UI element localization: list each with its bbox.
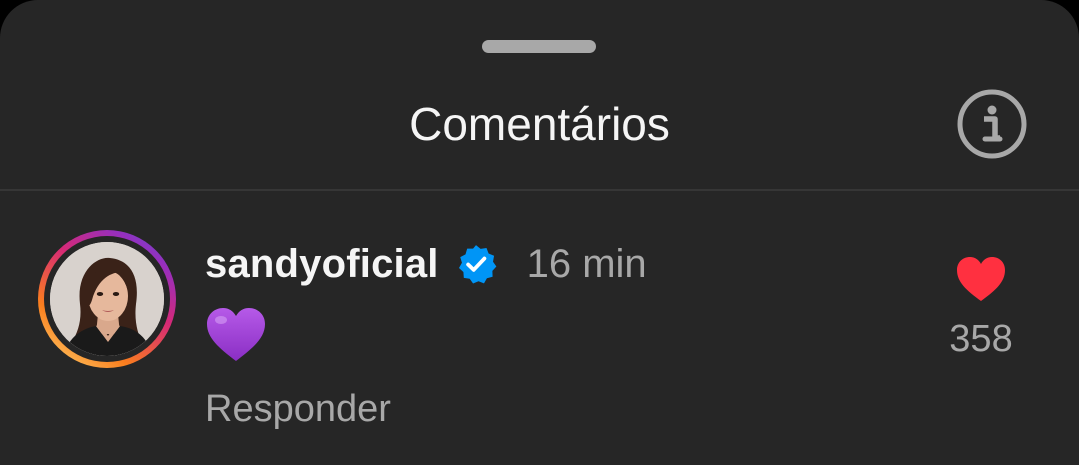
like-button[interactable]: [955, 255, 1007, 303]
comments-sheet: Comentários sandyoficial 16 min Responde…: [0, 0, 1079, 465]
reply-button[interactable]: Responder: [205, 388, 391, 431]
comment-username[interactable]: sandyoficial: [205, 242, 439, 287]
comment-timestamp: 16 min: [526, 241, 647, 286]
info-button[interactable]: [956, 88, 1028, 160]
verified-badge-icon: [458, 245, 496, 284]
header-divider: [0, 189, 1079, 191]
heart-filled-icon: [957, 257, 1005, 301]
story-ring: [38, 230, 176, 368]
avatar[interactable]: [38, 230, 176, 368]
comment-body: [205, 306, 267, 364]
comment-header: sandyoficial 16 min: [205, 236, 647, 292]
sheet-title: Comentários: [409, 98, 670, 150]
profile-photo: [50, 242, 164, 356]
drag-handle[interactable]: [482, 40, 596, 53]
purple-heart-emoji: [207, 308, 265, 361]
info-circle-icon: [957, 89, 1027, 159]
like-count: 358: [949, 318, 1013, 360]
